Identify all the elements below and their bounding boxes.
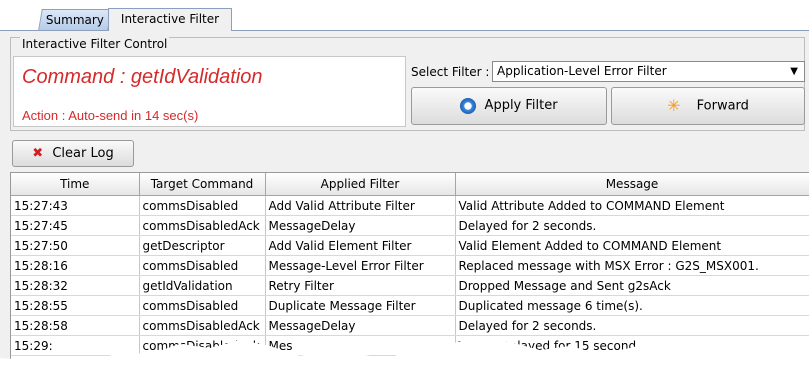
cell-target-command: commsDisabled [139, 195, 266, 216]
cell-applied-filter: Add Valid Attribute Filter [265, 195, 456, 216]
cell-time: 15:27:50 [11, 235, 140, 256]
cell-applied-filter: Retry Filter [265, 275, 456, 296]
cell-message: Valid Attribute Added to COMMAND Element [455, 195, 809, 216]
cell-time: 15:27:45 [11, 215, 140, 236]
forward-label: Forward [696, 98, 749, 114]
cell-applied-filter: Duplicate Message Filter [265, 295, 456, 316]
clear-log-button[interactable]: ✖ Clear Log [12, 140, 134, 167]
column-header-applied-filter[interactable]: Applied Filter [265, 173, 456, 196]
cell-applied-filter: MessageDelay [265, 215, 456, 236]
cell-time: 15:28:16 [11, 255, 140, 276]
cell-message: Valid Element Added to COMMAND Element [455, 235, 809, 256]
cell-target-command: getDescriptor [139, 235, 266, 256]
chevron-down-icon[interactable]: ▼ [790, 62, 798, 81]
cell-message: Delayed for 2 seconds. [455, 215, 809, 236]
cell-target-command: commsDisabled [139, 255, 266, 276]
table-row[interactable]: 15:27:43 commsDisabled Add Valid Attribute… [11, 195, 809, 216]
cell-target-command: getIdValidation [139, 275, 266, 296]
sparkle-icon: ✳ [667, 96, 681, 115]
tab-summary[interactable]: Summary [38, 9, 112, 30]
apply-filter-button[interactable]: Apply Filter [411, 87, 607, 125]
table-row[interactable]: 15:28:55 commsDisabled Duplicate Message F… [11, 295, 809, 316]
cell-target-command: commsDisabledAck [139, 215, 266, 236]
select-filter-dropdown[interactable]: Application-Level Error Filter ▼ [492, 61, 805, 82]
table-row[interactable]: 15:28:16 commsDisabled Message-Level Error… [11, 255, 809, 276]
close-icon: ✖ [32, 146, 44, 161]
forward-button[interactable]: ✳ Forward [611, 87, 805, 125]
cell-message: Dropped Message and Sent g2sAck [455, 275, 809, 296]
tab-interactive-filter[interactable]: Interactive Filter [108, 8, 232, 31]
apply-filter-label: Apply Filter [484, 98, 558, 113]
column-header-message[interactable]: Message [455, 173, 809, 196]
column-header-target-command[interactable]: Target Command [139, 173, 266, 196]
interactive-filter-window: Summary Interactive Filter Interactive F… [0, 0, 809, 366]
cell-applied-filter: Message-Level Error Filter [265, 255, 456, 276]
cell-message: Duplicated message 6 time(s). [455, 295, 809, 316]
table-row[interactable]: 15:27:50 getDescriptor Add Valid Element F… [11, 235, 809, 256]
cell-message: Replaced message with MSX Error : G2S_MS… [455, 255, 809, 276]
group-title: Interactive Filter Control [20, 36, 170, 52]
tab-summary-label: Summary [45, 13, 104, 27]
cell-time: 15:28:55 [11, 295, 140, 316]
table-header-row: Time Target Command Applied Filter Messa… [11, 173, 809, 196]
select-filter-label: Select Filter : [411, 65, 490, 79]
action-text: Action : Auto-send in 14 sec(s) [22, 108, 199, 123]
table-row[interactable]: 15:28:32 getIdValidation Retry Filter Dropp… [11, 275, 809, 296]
tab-interactive-filter-label: Interactive Filter [120, 12, 220, 26]
cell-time: 15:27:43 [11, 195, 140, 216]
select-filter-value: Application-Level Error Filter [497, 64, 667, 78]
torn-edge [0, 336, 809, 366]
cell-target-command: commsDisabled [139, 295, 266, 316]
clear-log-label: Clear Log [52, 146, 114, 161]
tab-bar: Summary Interactive Filter [0, 0, 809, 31]
cell-applied-filter: Add Valid Element Filter [265, 235, 456, 256]
command-text: Command : getIdValidation [22, 66, 263, 88]
gear-icon [460, 97, 477, 114]
cell-time: 15:28:32 [11, 275, 140, 296]
table-row[interactable]: 15:27:45 commsDisabledAck MessageDelay Dela… [11, 215, 809, 236]
column-header-time[interactable]: Time [11, 173, 140, 196]
